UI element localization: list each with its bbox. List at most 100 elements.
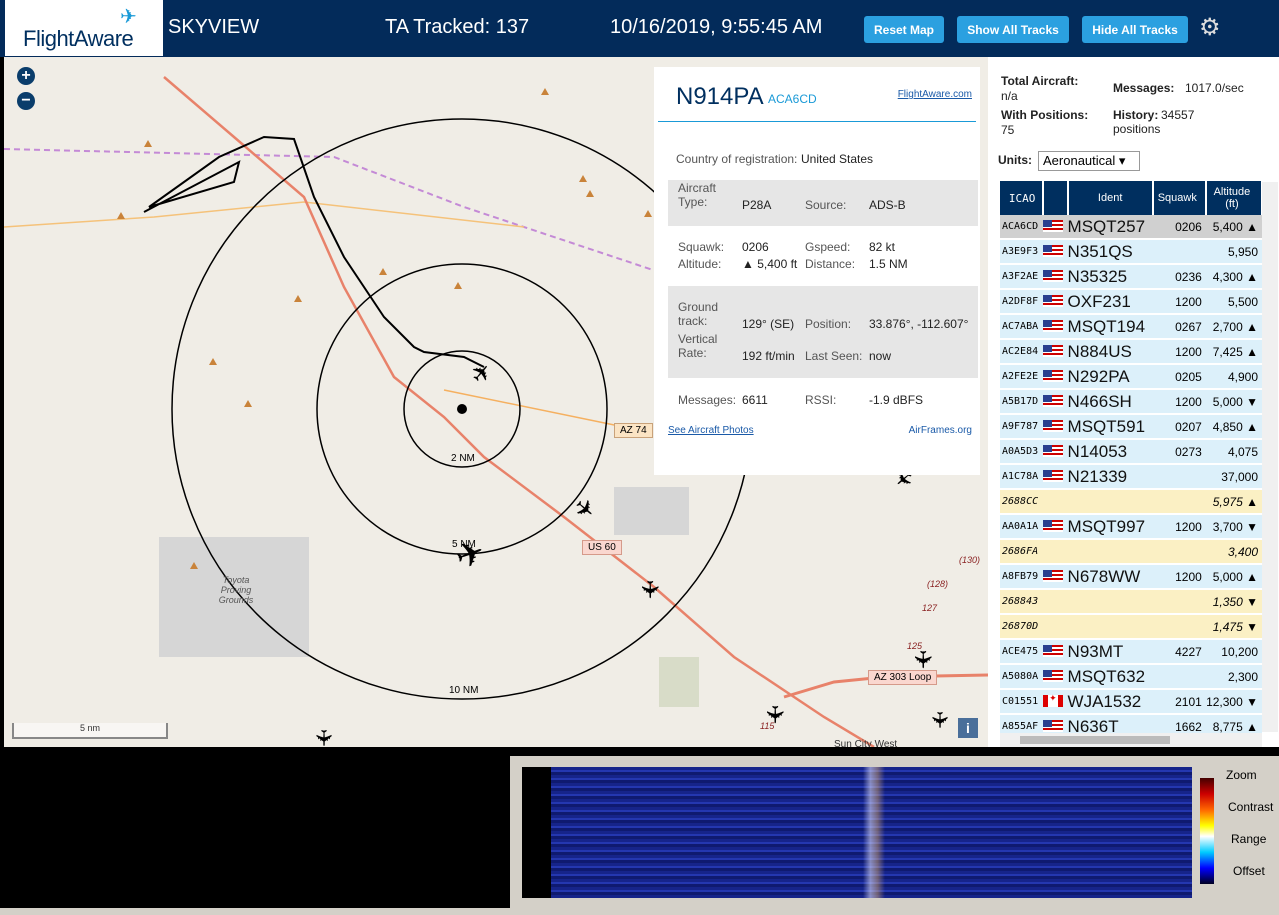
flightaware-link[interactable]: FlightAware.com xyxy=(898,89,972,100)
cell-icao: 2686FA xyxy=(1000,539,1044,565)
info-icon[interactable]: i xyxy=(958,718,978,738)
aircraft-table: ICAO Ident Squawk Altitude (ft) ACA6CD MS… xyxy=(1000,181,1264,740)
road-az74 xyxy=(443,389,625,428)
horizontal-scroll-thumb[interactable] xyxy=(1020,736,1170,744)
aircraft-icon[interactable]: ✈ xyxy=(310,729,336,747)
cell-ident: OXF231 xyxy=(1067,289,1153,315)
cell-flag xyxy=(1043,239,1068,265)
table-row[interactable]: A3E9F3 N351QS 5,950 xyxy=(1000,239,1262,265)
col-header-ident[interactable]: Ident xyxy=(1067,181,1154,215)
cell-ident: N93MT xyxy=(1067,639,1153,665)
table-row[interactable]: 2686FA 3,400 xyxy=(1000,539,1262,565)
cell-icao: ACE475 xyxy=(1000,639,1044,665)
table-row[interactable]: 26870D 1,475 ▼ xyxy=(1000,614,1262,640)
hide-all-tracks-button[interactable]: Hide All Tracks xyxy=(1082,16,1188,43)
cell-squawk xyxy=(1152,664,1206,690)
table-vertical-scrollbar[interactable] xyxy=(1262,182,1278,732)
cell-squawk: 0207 xyxy=(1152,414,1206,440)
source-value: ADS-B xyxy=(869,198,906,212)
table-row[interactable]: ACE475 N93MT 4227 10,200 xyxy=(1000,639,1262,665)
us-flag-icon xyxy=(1043,570,1064,583)
map-scale-bar: 5 nm xyxy=(12,723,168,739)
messages-rate-label: Messages: xyxy=(1113,81,1175,95)
col-header-flag[interactable] xyxy=(1043,181,1069,215)
us-flag-icon xyxy=(1043,520,1064,533)
table-row[interactable]: ACA6CD MSQT257 0206 5,400 ▲ xyxy=(1000,215,1262,240)
cell-alt: 4,900 xyxy=(1205,364,1262,390)
zoom-in-button[interactable]: + xyxy=(17,67,35,85)
messages-value: 6611 xyxy=(742,393,768,407)
vertical-rate-value: 192 ft/min xyxy=(742,349,795,363)
col-header-altitude[interactable]: Altitude (ft) xyxy=(1205,181,1264,215)
aircraft-icon[interactable]: ✈ xyxy=(908,649,937,669)
cell-icao: AC7ABA xyxy=(1000,314,1044,340)
us-flag-icon xyxy=(1043,270,1064,283)
cell-icao: A1C78A xyxy=(1000,464,1044,490)
table-row[interactable]: AC7ABA MSQT194 0267 2,700 ▲ xyxy=(1000,314,1262,340)
table-row[interactable]: A1C78A N21339 37,000 xyxy=(1000,464,1262,490)
table-horizontal-scrollbar[interactable] xyxy=(1000,733,1262,747)
table-row[interactable]: A9F787 MSQT591 0207 4,850 ▲ xyxy=(1000,414,1262,440)
aircraft-type-label: Aircraft Type: xyxy=(678,181,717,209)
reset-map-button[interactable]: Reset Map xyxy=(864,16,944,43)
zoom-control[interactable]: Zoom xyxy=(1226,768,1257,782)
table-row[interactable]: A3F2AE N35325 0236 4,300 ▲ xyxy=(1000,264,1262,290)
cell-flag xyxy=(1043,539,1068,565)
cell-ident: N21339 xyxy=(1067,464,1153,490)
us-flag-icon xyxy=(1043,445,1064,458)
cell-ident: MSQT257 xyxy=(1067,215,1153,240)
cell-alt: 1,475 ▼ xyxy=(1205,614,1262,640)
aircraft-icon[interactable]: ✈ xyxy=(635,579,664,599)
table-row[interactable]: 2688CC 5,975 ▲ xyxy=(1000,489,1262,515)
road-label-us60: US 60 xyxy=(582,540,622,555)
cell-icao: 26870D xyxy=(1000,614,1044,640)
history-value: 34557 positions xyxy=(1113,108,1195,136)
cell-squawk: 0205 xyxy=(1152,364,1206,390)
cell-squawk xyxy=(1152,464,1206,490)
table-row[interactable]: A5080A MSQT632 2,300 xyxy=(1000,664,1262,690)
airframes-link[interactable]: AirFrames.org xyxy=(909,425,972,436)
table-row[interactable]: C01551 WJA1532210112,300 ▼ xyxy=(1000,689,1262,715)
table-row[interactable]: A2FE2E N292PA 0205 4,900 xyxy=(1000,364,1262,390)
ring-label-5nm: 5 NM xyxy=(452,539,476,550)
cell-flag xyxy=(1043,389,1068,415)
table-row[interactable]: A5B17D N466SH 1200 5,000 ▼ xyxy=(1000,389,1262,415)
col-header-icao[interactable]: ICAO xyxy=(1000,181,1045,215)
table-row[interactable]: 268843 1,350 ▼ xyxy=(1000,589,1262,615)
table-row[interactable]: A0A5D3 N14053 0273 4,075 xyxy=(1000,439,1262,465)
cell-ident: MSQT194 xyxy=(1067,314,1153,340)
contrast-control[interactable]: Contrast xyxy=(1228,800,1273,814)
us-flag-icon xyxy=(1043,320,1064,333)
source-label: Source: xyxy=(805,198,847,212)
cell-icao: A5B17D xyxy=(1000,389,1044,415)
table-row[interactable]: A2DF8F OXF231 1200 5,500 xyxy=(1000,289,1262,315)
cell-ident xyxy=(1067,614,1153,640)
waterfall-spectrogram[interactable] xyxy=(551,767,1192,898)
cell-squawk: 1200 xyxy=(1152,564,1206,590)
cell-squawk: 0236 xyxy=(1152,264,1206,290)
cell-ident: N466SH xyxy=(1067,389,1153,415)
table-row[interactable]: AC2E84 N884US 1200 7,425 ▲ xyxy=(1000,339,1262,365)
units-select[interactable]: Aeronautical ▾ xyxy=(1038,151,1140,171)
aircraft-icon[interactable]: ✈ xyxy=(926,711,952,729)
cell-icao: A3E9F3 xyxy=(1000,239,1044,265)
table-row[interactable]: A8FB79 N678WW 1200 5,000 ▲ xyxy=(1000,564,1262,590)
table-row[interactable]: AA0A1A MSQT997 1200 3,700 ▼ xyxy=(1000,514,1262,540)
show-all-tracks-button[interactable]: Show All Tracks xyxy=(957,16,1069,43)
cell-alt: 5,500 xyxy=(1205,289,1262,315)
aircraft-photos-link[interactable]: See Aircraft Photos xyxy=(668,425,754,436)
range-control[interactable]: Range xyxy=(1231,832,1266,846)
gspeed-label: Gspeed: xyxy=(805,240,851,254)
cell-icao: A0A5D3 xyxy=(1000,439,1044,465)
cell-alt: 1,350 ▼ xyxy=(1205,589,1262,615)
rssi-label: RSSI: xyxy=(805,393,837,407)
offset-control[interactable]: Offset xyxy=(1233,864,1265,878)
zoom-out-button[interactable]: − xyxy=(17,92,35,110)
cell-flag xyxy=(1043,689,1068,715)
flightaware-logo[interactable]: ✈ FlightAware xyxy=(5,0,163,56)
col-header-squawk[interactable]: Squawk xyxy=(1152,181,1207,215)
with-positions-label: With Positions: xyxy=(1001,108,1089,122)
cell-flag xyxy=(1043,364,1068,390)
cell-alt: 5,950 xyxy=(1205,239,1262,265)
settings-gear-icon[interactable]: ⚙ xyxy=(1199,13,1221,42)
